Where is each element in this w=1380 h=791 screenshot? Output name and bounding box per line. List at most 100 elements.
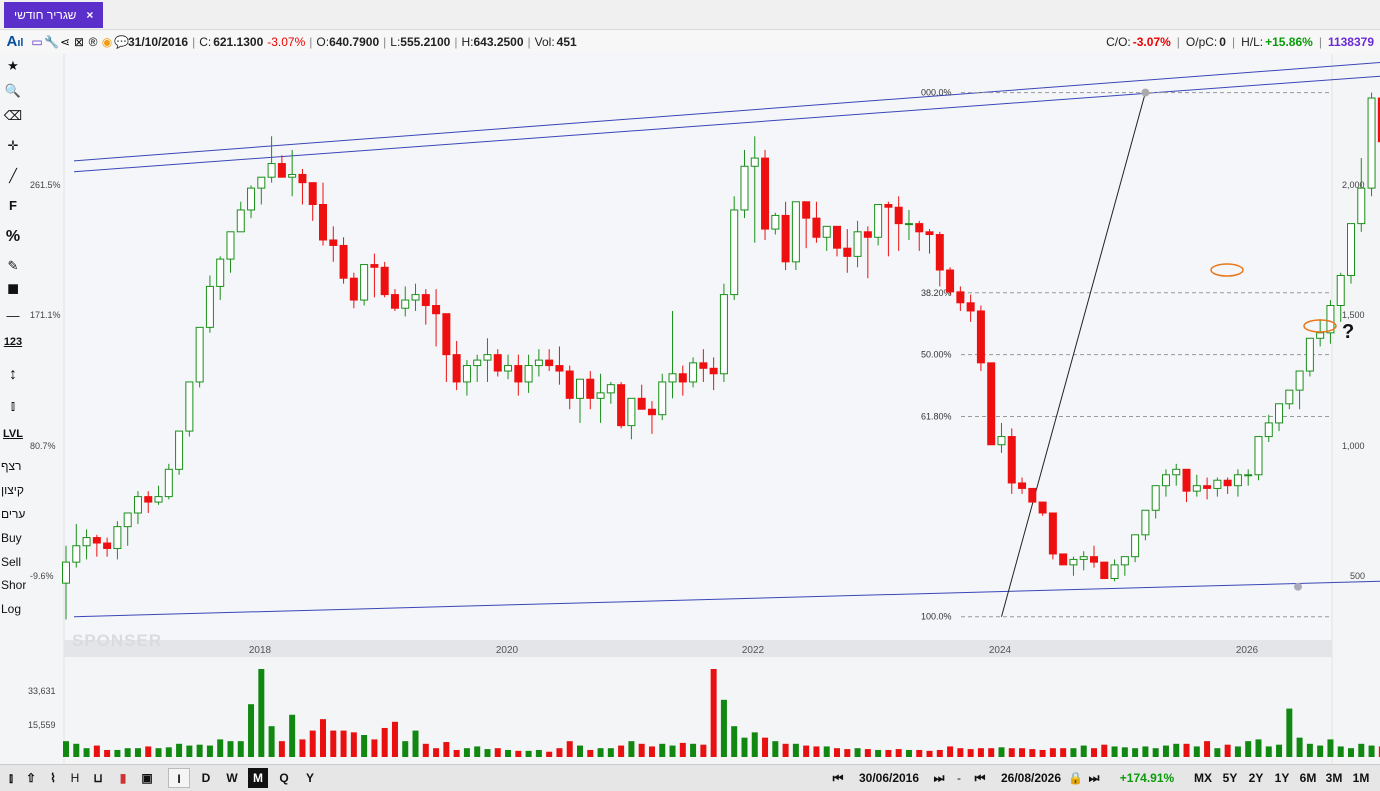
color-mode-icon[interactable]: ▮ — [112, 768, 134, 788]
registered-icon[interactable]: ® — [86, 34, 100, 50]
volume-bar — [535, 749, 542, 757]
volume-bar — [320, 719, 326, 757]
levels-tool-icon[interactable]: LVL — [0, 428, 26, 440]
lock-icon[interactable]: 🔒 — [1068, 768, 1083, 788]
start-first-icon[interactable]: ⏮ — [826, 768, 850, 788]
bar-mode-icon[interactable]: ⊔ — [88, 768, 108, 788]
line-width-icon[interactable]: — — [0, 308, 26, 323]
extreme-tool[interactable]: קיצון — [0, 483, 28, 497]
candle-body — [144, 496, 153, 503]
edit-icon[interactable]: ✎ — [0, 258, 26, 274]
candle-body — [545, 359, 554, 367]
end-last-icon[interactable]: ⏭ — [1080, 768, 1108, 788]
volume-bar — [515, 750, 522, 757]
alert-icon[interactable]: ◉ — [100, 34, 114, 50]
candle-body — [1367, 97, 1376, 189]
range-5y[interactable]: 5Y — [1219, 768, 1241, 788]
candle-body — [843, 247, 852, 257]
numbers-tool-icon[interactable]: 123 — [0, 336, 26, 348]
gaps-tool[interactable]: פערים — [0, 507, 33, 521]
range-max[interactable]: MX — [1190, 768, 1216, 788]
chart-tab[interactable]: שגריר חודשי × — [4, 2, 104, 28]
volume-bar — [237, 741, 244, 757]
info-date: 31/10/2016 — [128, 35, 189, 49]
volume-bar — [433, 748, 440, 757]
candle-body — [874, 204, 883, 238]
candle-body — [555, 365, 564, 372]
sell-tool[interactable]: Sell — [0, 555, 28, 569]
favorite-star-icon[interactable]: ★ — [0, 58, 26, 74]
candle-body — [606, 384, 615, 394]
candles-icon[interactable]: ⫾ — [2, 768, 20, 788]
date-range-dash: - — [957, 771, 961, 785]
vertical-measure-icon[interactable]: ↕ — [0, 366, 26, 384]
continuous-tool[interactable]: רצף — [0, 459, 28, 473]
crosshair-icon[interactable]: ✛ — [0, 138, 26, 154]
range-2y[interactable]: 2Y — [1245, 768, 1267, 788]
candle-body — [1244, 474, 1253, 477]
fib-anchor-top — [1141, 88, 1150, 97]
candle-type-icon[interactable]: ⫾ — [0, 398, 26, 414]
candle-body — [62, 561, 70, 584]
x-tick-2026: 2026 — [1236, 645, 1259, 656]
save-icon[interactable]: ▣ — [138, 768, 156, 788]
line-chart-icon[interactable]: ⌇ — [42, 768, 64, 788]
range-1m[interactable]: 1M — [1349, 768, 1373, 788]
volume-bar — [391, 721, 398, 757]
interval-intraday[interactable]: I — [168, 768, 190, 788]
end-prev-icon[interactable]: ⏮ — [966, 768, 994, 788]
chat-icon[interactable]: 💬 — [114, 34, 129, 50]
volume-bar — [1091, 748, 1097, 757]
volume-bar — [998, 747, 1005, 757]
volume-bar — [546, 751, 553, 757]
volume-bar — [710, 669, 717, 757]
high-label: H: — [461, 35, 474, 49]
hlc-icon[interactable]: H — [66, 768, 84, 788]
log-scale-toggle[interactable]: Log — [0, 602, 28, 616]
candle-body — [678, 373, 687, 383]
wrench-icon[interactable]: 🔧 — [44, 34, 59, 50]
trendline-icon[interactable]: ╱ — [0, 168, 26, 184]
volume-bar — [957, 748, 964, 757]
price-chart[interactable]: 2018 2020 2022 2024 2026 261.5% 171.1% 8… — [26, 54, 1380, 764]
excel-icon[interactable]: ⊠ — [72, 34, 86, 50]
start-next-icon[interactable]: ⏭ — [926, 768, 952, 788]
buy-tool[interactable]: Buy — [0, 531, 28, 545]
zoom-search-icon[interactable]: 🔍 — [0, 83, 26, 99]
volume-bar — [268, 726, 275, 757]
start-date[interactable]: 30/06/2016 — [854, 768, 924, 788]
interval-monthly[interactable]: M — [248, 768, 268, 788]
range-1y[interactable]: 1Y — [1271, 768, 1293, 788]
volume-bar — [977, 748, 984, 757]
interval-daily[interactable]: D — [196, 768, 216, 788]
interval-quarterly[interactable]: Q — [274, 768, 294, 788]
candle-body — [637, 397, 646, 410]
eraser-icon[interactable]: ⌫ — [0, 108, 26, 124]
end-date[interactable]: 26/08/2026 — [996, 768, 1066, 788]
tab-close-icon[interactable]: × — [86, 2, 93, 28]
share-icon[interactable]: ⋖ — [58, 34, 72, 50]
interval-yearly[interactable]: Y — [300, 768, 320, 788]
candle-body — [1182, 468, 1191, 492]
volume-bar — [813, 746, 820, 757]
interval-weekly[interactable]: W — [222, 768, 242, 788]
window-icon[interactable]: ▭ — [30, 34, 44, 50]
candle-body — [709, 367, 718, 375]
candle-body — [1151, 485, 1160, 511]
short-tool[interactable]: Short — [0, 578, 30, 592]
chart-area[interactable]: 2018 2020 2022 2024 2026 261.5% 171.1% 8… — [26, 54, 1380, 764]
volume-bar — [1348, 748, 1354, 757]
candle-body — [1048, 512, 1057, 555]
fibonacci-tool-icon[interactable]: F — [0, 198, 26, 213]
range-6m[interactable]: 6M — [1296, 768, 1320, 788]
volume-bar — [607, 748, 614, 757]
color-swatch-icon[interactable]: ■ — [0, 278, 26, 301]
volume-tick-33631: 33,631 — [28, 686, 56, 696]
range-3m[interactable]: 3M — [1322, 768, 1346, 788]
volume-bar — [1327, 739, 1334, 757]
volume-bar — [916, 749, 923, 757]
percent-tool-icon[interactable]: % — [0, 228, 26, 246]
cursor-icon[interactable]: ⇧ — [22, 768, 40, 788]
volume-bar — [864, 749, 871, 757]
volume-bar — [1317, 745, 1324, 757]
